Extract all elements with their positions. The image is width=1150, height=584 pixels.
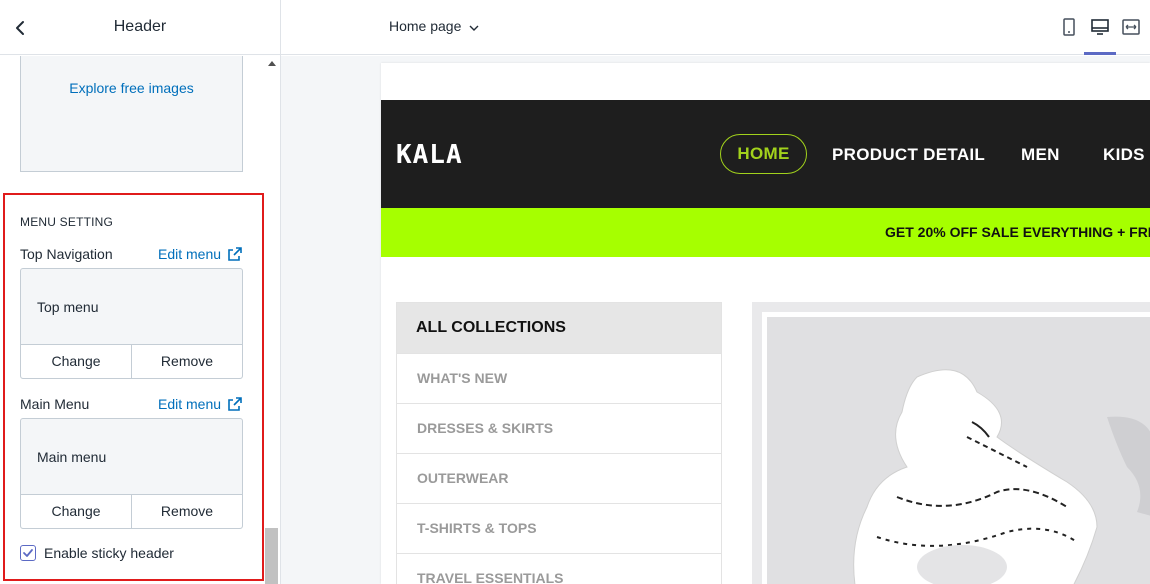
top-navigation-edit-menu-link[interactable]: Edit menu [158, 246, 242, 262]
top-menu-remove-button[interactable]: Remove [131, 345, 242, 378]
edit-menu-text[interactable]: Edit menu [158, 396, 221, 412]
collection-item[interactable]: DRESSES & SKIRTS [397, 403, 721, 453]
collection-item[interactable]: OUTERWEAR [397, 453, 721, 503]
menu-setting-title: MENU SETTING [20, 215, 114, 229]
main-menu-edit-menu-link[interactable]: Edit menu [158, 396, 242, 412]
promo-bar: GET 20% OFF SALE EVERYTHING + FREE [381, 208, 1150, 257]
sticky-header-checkbox[interactable] [20, 545, 36, 561]
collections-list: ALL COLLECTIONS WHAT'S NEW DRESSES & SKI… [396, 302, 722, 584]
hero-image [762, 312, 1150, 584]
edit-menu-text[interactable]: Edit menu [158, 246, 221, 262]
store-preview: KALA HOME PRODUCT DETAIL MEN KIDS GET 20… [381, 63, 1150, 584]
sidebar-scrollbar[interactable] [264, 56, 280, 584]
top-navigation-label: Top Navigation [20, 246, 113, 262]
top-navigation-menu-card: Top menu Change Remove [20, 268, 243, 379]
theme-editor-sidebar: Header Explore free images MENU SETTING … [0, 0, 281, 584]
promo-text: GET 20% OFF SALE EVERYTHING + FREE [885, 224, 1150, 240]
nav-product-detail[interactable]: PRODUCT DETAIL [832, 145, 985, 165]
sidebar-title: Header [113, 18, 167, 35]
page-selector-label[interactable]: Home page [389, 18, 461, 34]
scrollbar-thumb[interactable] [265, 528, 278, 584]
top-menu-change-button[interactable]: Change [21, 345, 131, 378]
nav-home[interactable]: HOME [720, 134, 807, 174]
sticky-header-label[interactable]: Enable sticky header [44, 545, 174, 561]
bandana-image [767, 317, 1150, 584]
top-menu-name: Top menu [37, 299, 99, 315]
sticky-header-option[interactable]: Enable sticky header [20, 545, 174, 561]
store-header: KALA HOME PRODUCT DETAIL MEN KIDS [381, 100, 1150, 208]
collection-item[interactable]: TRAVEL ESSENTIALS [397, 553, 721, 584]
external-link-icon [228, 247, 242, 261]
collections-heading: ALL COLLECTIONS [397, 303, 721, 353]
image-picker-box[interactable]: Explore free images [20, 56, 243, 172]
chevron-down-icon [469, 18, 479, 34]
preview-topbar: Home page [281, 0, 1150, 55]
preview-canvas: KALA HOME PRODUCT DETAIL MEN KIDS GET 20… [281, 56, 1150, 584]
active-device-indicator [1084, 52, 1116, 55]
main-menu-name: Main menu [37, 449, 107, 465]
page-selector[interactable]: Home page [389, 18, 479, 34]
fullwidth-icon[interactable] [1121, 17, 1141, 37]
nav-kids[interactable]: KIDS [1103, 145, 1145, 165]
sidebar-header: Header [0, 0, 280, 55]
collection-item[interactable]: T-SHIRTS & TOPS [397, 503, 721, 553]
desktop-icon[interactable] [1090, 17, 1110, 37]
hero-banner [752, 302, 1150, 584]
main-menu-remove-button[interactable]: Remove [131, 495, 242, 528]
main-menu-actions: Change Remove [21, 494, 242, 528]
top-menu-actions: Change Remove [21, 344, 242, 378]
explore-free-images-link[interactable]: Explore free images [21, 80, 242, 96]
scroll-up-arrow-icon[interactable] [268, 61, 276, 66]
store-logo[interactable]: KALA [396, 140, 463, 170]
external-link-icon [228, 397, 242, 411]
mobile-icon[interactable] [1059, 17, 1079, 37]
main-menu-card: Main menu Change Remove [20, 418, 243, 529]
nav-men[interactable]: MEN [1021, 145, 1060, 165]
main-menu-change-button[interactable]: Change [21, 495, 131, 528]
main-menu-label: Main Menu [20, 396, 90, 412]
collection-item[interactable]: WHAT'S NEW [397, 353, 721, 403]
